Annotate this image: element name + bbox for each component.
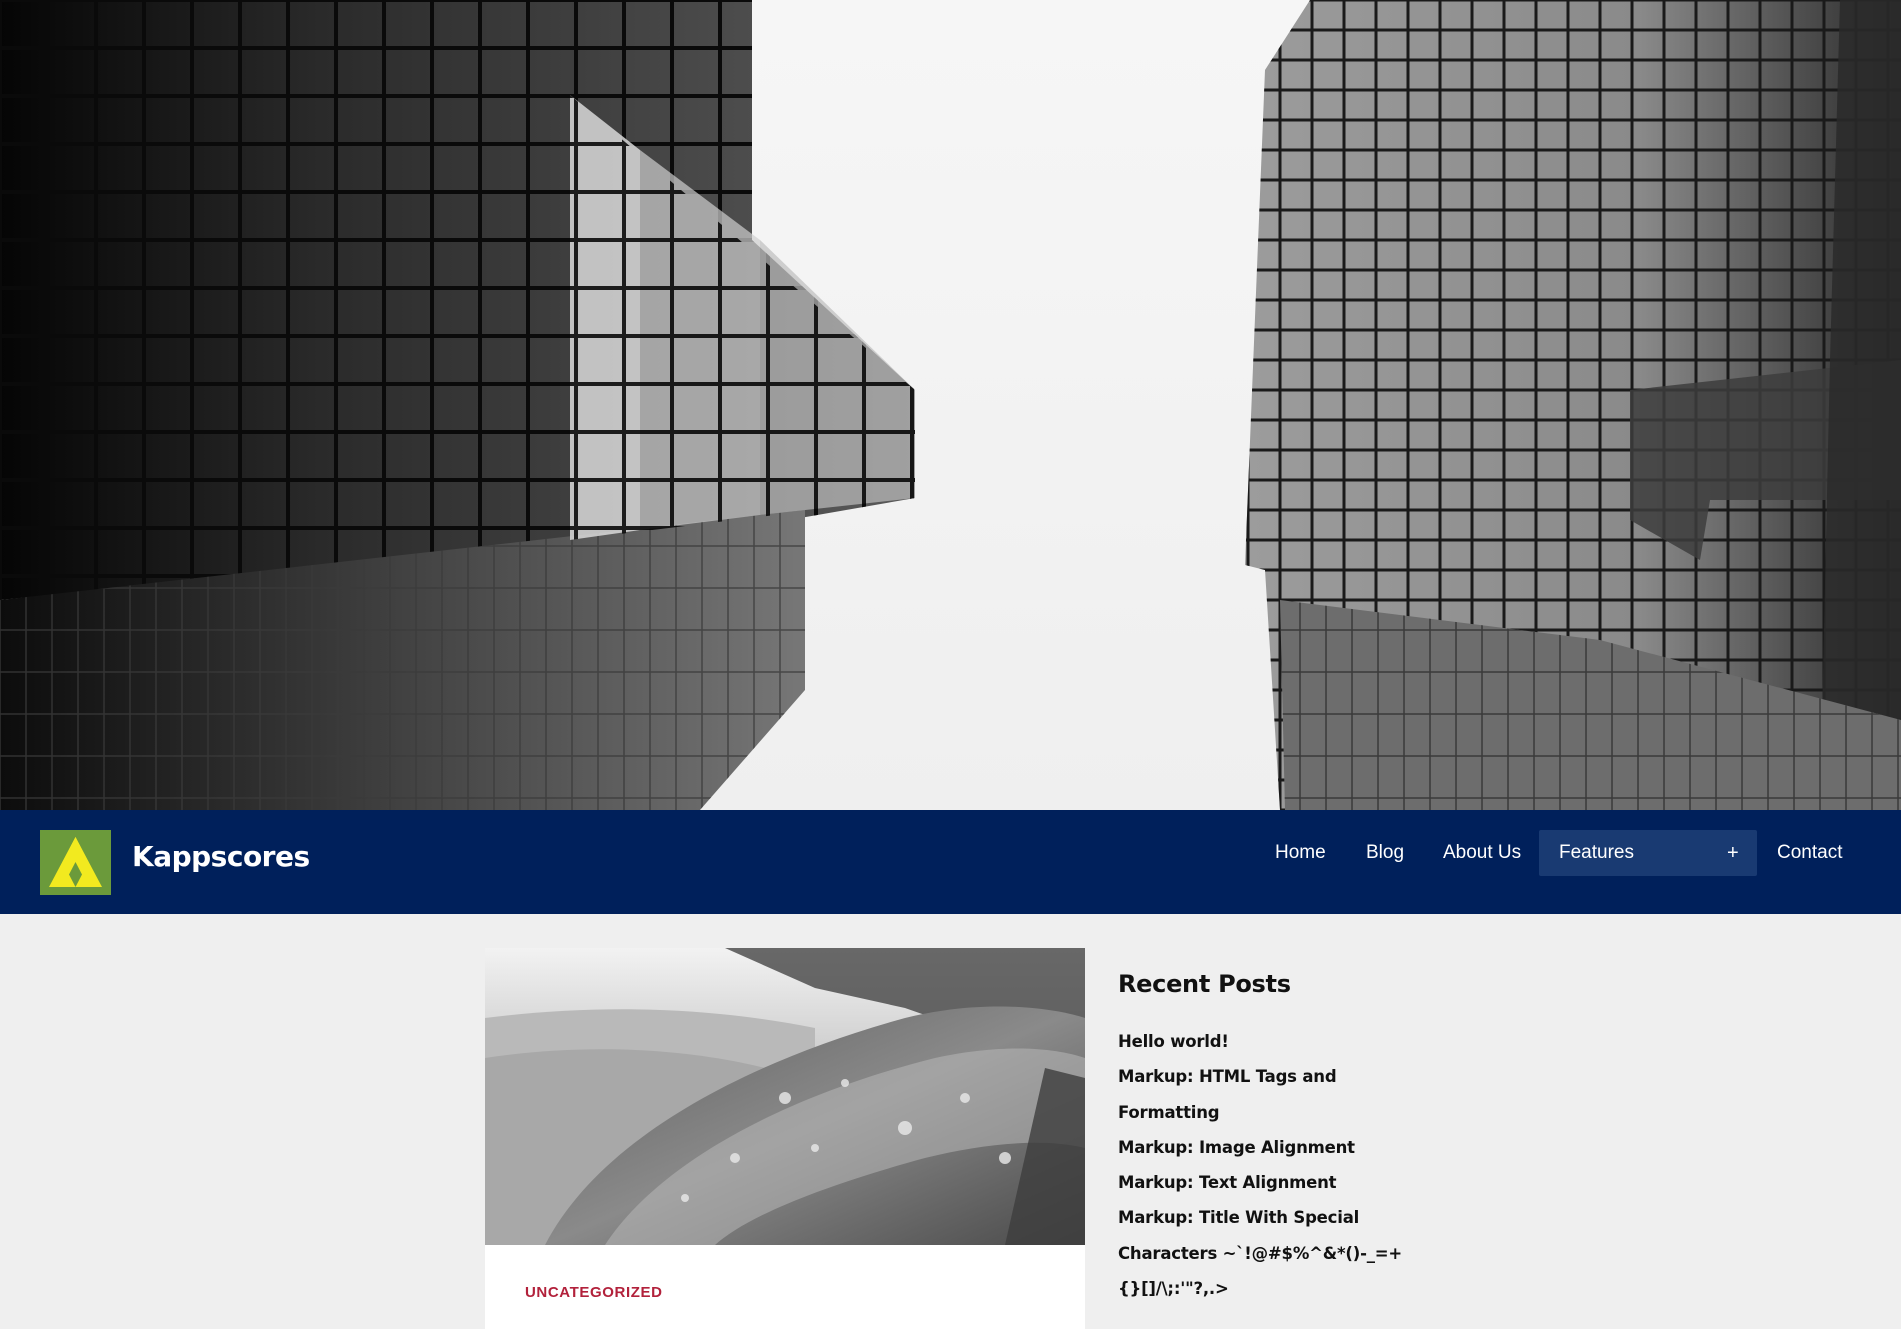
post-image-illustration — [485, 948, 1085, 1245]
recent-post-link[interactable]: Markup: Text Alignment — [1118, 1165, 1438, 1200]
menu-item-about-us[interactable]: About Us — [1443, 830, 1533, 876]
menu-item-blog[interactable]: Blog — [1366, 830, 1416, 876]
recent-post-link[interactable]: Hello world! — [1118, 1024, 1438, 1059]
recent-posts-list: Hello world! Markup: HTML Tags and Forma… — [1118, 1024, 1438, 1306]
recent-post-link[interactable]: Markup: HTML Tags and — [1118, 1059, 1438, 1094]
sidebar: Recent Posts Hello world! Markup: HTML T… — [1118, 970, 1438, 1306]
recent-post-link[interactable]: Markup: Title With Special — [1118, 1200, 1438, 1235]
hero-image — [0, 0, 1901, 810]
recent-posts-title: Recent Posts — [1118, 970, 1291, 998]
post-category-link[interactable]: UNCATEGORIZED — [525, 1284, 663, 1301]
expand-plus-icon[interactable]: + — [1727, 830, 1739, 876]
site-title[interactable]: Kappscores — [132, 840, 310, 873]
menu-item-features[interactable]: Features + — [1539, 830, 1757, 876]
post-featured-image[interactable] — [485, 948, 1085, 1245]
triforce-logo-icon[interactable] — [40, 830, 111, 895]
hero-buildings-illustration — [0, 0, 1901, 810]
recent-post-link[interactable]: Formatting — [1118, 1095, 1438, 1130]
site-header: Kappscores Home Blog About Us Features +… — [0, 810, 1901, 914]
menu-item-features-label: Features — [1559, 842, 1634, 863]
recent-post-link[interactable]: Markup: Image Alignment — [1118, 1130, 1438, 1165]
recent-post-link[interactable]: Characters ~`!@#$%^&*()-_=+ — [1118, 1236, 1438, 1271]
menu-item-contact[interactable]: Contact — [1777, 830, 1857, 876]
menu-item-home[interactable]: Home — [1275, 830, 1335, 876]
post-card: UNCATEGORIZED — [485, 948, 1085, 1329]
recent-post-link[interactable]: {}[]/\;:'"?,.> — [1118, 1271, 1438, 1306]
